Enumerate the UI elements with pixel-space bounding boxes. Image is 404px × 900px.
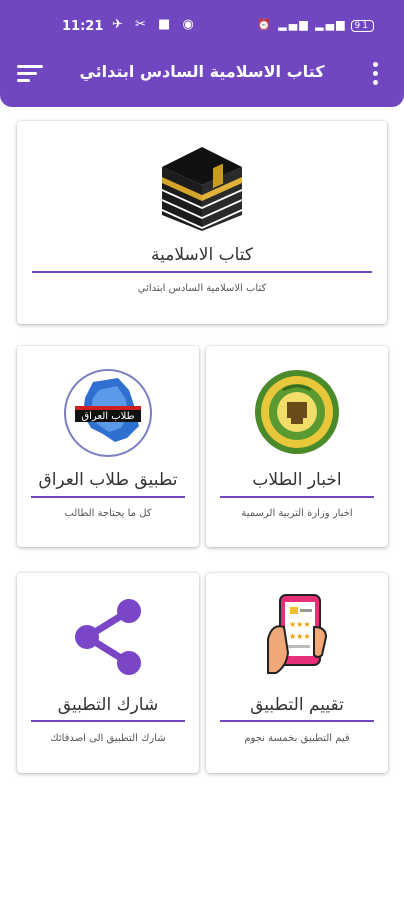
system-icons: ⏰ ▂▄▆ ▂▄▆ 91 (257, 18, 374, 32)
card-share-app[interactable]: شارك التطبيق شارك التطبيق الى اصدقائك (17, 573, 199, 773)
card-share-divider (31, 720, 185, 722)
status-bar: 11:21 ✈ ✂ ■ ◉ ⏰ ▂▄▆ ▂▄▆ 91 (0, 15, 404, 41)
card-iraq-students-app[interactable]: طلاب العراق تطبيق طلاب العراق كل ما يحتا… (17, 346, 199, 547)
notification-icons: ✈ ✂ ■ ◉ (112, 17, 198, 32)
card-news-title: اخبار الطلاب (252, 470, 342, 490)
card-rate-app[interactable]: ★★★ ★★★ تقييم التطبيق قيم التطبيق بخمسة … (206, 573, 388, 773)
status-time: 11:21 (62, 19, 104, 34)
card-rate-divider (220, 720, 374, 722)
app-title: كتاب الاسلامية السادس ابتدائي (79, 62, 325, 81)
card-app-subtitle: كل ما يحتاجة الطالب (64, 508, 152, 519)
menu-icon[interactable] (17, 65, 43, 83)
card-app-title: تطبيق طلاب العراق (38, 470, 178, 490)
more-options-icon[interactable] (370, 62, 380, 88)
ministry-emblem-icon (255, 370, 339, 454)
card-rate-subtitle: قيم التطبيق بخمسة نجوم (244, 733, 350, 744)
svg-text:★★★: ★★★ (289, 620, 311, 629)
card-news-subtitle: اخبار وزارة التربية الرسمية (241, 508, 353, 519)
card-book[interactable]: كتاب الاسلامية كتاب الاسلامية السادس ابت… (17, 121, 387, 324)
svg-text:★★★: ★★★ (289, 632, 311, 641)
card-share-title: شارك التطبيق (57, 695, 159, 715)
card-book-subtitle: كتاب الاسلامية السادس ابتدائي (137, 283, 267, 294)
rate-phone-icon: ★★★ ★★★ (267, 594, 328, 674)
kaaba-icon (162, 147, 242, 231)
card-share-subtitle: شارك التطبيق الى اصدقائك (50, 733, 166, 744)
card-student-news[interactable]: اخبار الطلاب اخبار وزارة التربية الرسمية (206, 346, 388, 547)
iraq-map-logo-icon: طلاب العراق (64, 369, 152, 457)
share-icon (75, 599, 141, 675)
card-book-divider (32, 271, 372, 273)
logo-text: طلاب العراق (81, 411, 134, 422)
card-app-divider (31, 496, 185, 498)
card-rate-title: تقييم التطبيق (250, 695, 344, 715)
battery-icon: 91 (350, 20, 374, 32)
app-bar: 11:21 ✈ ✂ ■ ◉ ⏰ ▂▄▆ ▂▄▆ 91 كتاب الاسلامية… (0, 0, 404, 107)
card-book-title: كتاب الاسلامية (151, 245, 253, 265)
card-news-divider (220, 496, 374, 498)
